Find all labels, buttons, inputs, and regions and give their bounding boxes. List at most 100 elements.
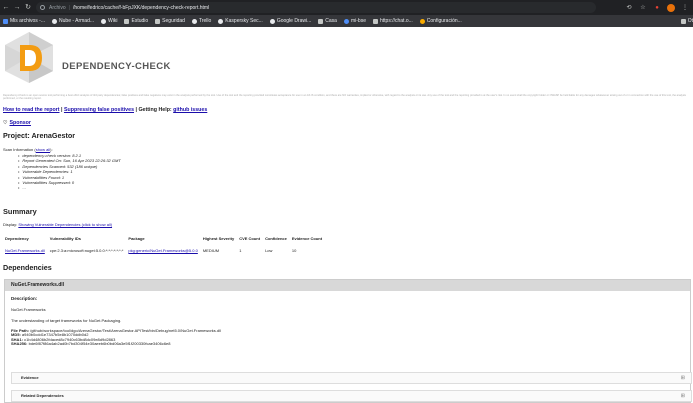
browser-toolbar: ← → ↻ ⌂ Archivo | /home/fedrico/cache/f-… — [0, 0, 693, 15]
profile-avatar[interactable] — [667, 3, 675, 12]
share-icon[interactable]: ⟲ — [625, 4, 633, 12]
getting-help-label: | Getting Help: — [134, 107, 174, 113]
report-page: DEPENDENCY-CHECK Dependency-Check is an … — [0, 27, 693, 403]
column-header[interactable]: Highest Severity — [201, 236, 237, 245]
address-url[interactable]: /home/fedrico/cache/f-bFpJXK/dependency-… — [73, 5, 209, 11]
sha256-row: SHA256: bde6f87f86a4ab2ad0b7bd304f54e30a… — [11, 342, 684, 346]
project-title: Project: ArenaGestor — [3, 131, 76, 140]
globe-icon — [218, 18, 224, 24]
scan-info-list: dependency-check version: 8.2.1 Report G… — [22, 153, 121, 191]
forward-icon[interactable]: → — [12, 3, 22, 13]
back-icon[interactable]: ← — [1, 3, 11, 13]
globe-icon — [191, 18, 197, 24]
scan-info-close: ): — [50, 147, 53, 152]
toolbar-actions: ⟲ ☆ ● ⋮ — [625, 2, 689, 13]
folder-icon — [124, 18, 130, 24]
toggle-vulnerable-link[interactable]: Showing Vulnerable Dependencies (click t… — [18, 222, 112, 227]
bookmark-label: Estudio — [131, 18, 149, 24]
bookmark-label: Casa — [325, 18, 337, 24]
table-row: NuGet.Frameworks.dll cpe:2.3:a:microsoft… — [3, 245, 325, 256]
description-text: The understanding of target frameworks f… — [11, 318, 122, 323]
dependency-body: Description: NuGet.Frameworks The unders… — [5, 291, 690, 352]
dependencies-title: Dependencies — [3, 263, 52, 272]
bookmark-item[interactable]: Mis archivos -... — [3, 18, 45, 24]
bookmark-item[interactable]: Configuración... — [419, 18, 462, 24]
bookmark-item[interactable]: mi-bse — [343, 18, 366, 24]
table-cell: 10 — [291, 248, 297, 253]
list-item: ... — [22, 185, 121, 190]
globe-icon — [101, 18, 107, 24]
bookmark-item[interactable]: Wiki — [101, 18, 117, 24]
bookmark-item[interactable]: Casa — [318, 18, 337, 24]
how-to-read-link[interactable]: How to read the report — [3, 107, 60, 113]
bookmark-item[interactable]: Google Drawi... — [269, 18, 312, 24]
related-dependencies-label: Related Dependencies — [21, 393, 64, 398]
column-header[interactable]: CVE Count — [237, 236, 263, 245]
address-scheme: Archivo — [49, 4, 66, 11]
column-header[interactable]: Confidence — [263, 236, 290, 245]
dependency-check-logo — [5, 32, 53, 83]
bookmark-item[interactable]: Estudio — [124, 18, 148, 24]
description-label: Description: — [11, 296, 38, 301]
table-cell: NuGet.Frameworks.dll — [3, 245, 48, 256]
description-name: NuGet.Frameworks — [11, 307, 46, 312]
evidence-panel[interactable]: Evidence ⊞ — [11, 372, 692, 384]
dependency-panel: NuGet.Frameworks.dll Description: NuGet.… — [4, 279, 692, 403]
summary-table: Dependency Vulnerability IDs Package Hig… — [3, 236, 325, 256]
reload-icon[interactable]: ↻ — [23, 3, 33, 13]
bookmark-star-icon[interactable]: ☆ — [639, 4, 647, 12]
bookmark-label: https://chat.o... — [379, 18, 413, 24]
bookmark-label: Google Drawi... — [276, 18, 312, 24]
folder-icon — [318, 18, 324, 24]
file-meta: File Path: /github/workspace/tool/dgo/Ar… — [11, 328, 684, 347]
column-header[interactable]: Vulnerability IDs — [48, 236, 127, 245]
bookmarks-bar: Mis archivos -... Nube - Armad... Wiki E… — [0, 15, 693, 27]
bookmark-label: Configuración... — [426, 18, 462, 24]
related-dependencies-panel[interactable]: Related Dependencies ⊞ — [11, 390, 692, 402]
gear-icon — [419, 18, 425, 24]
package-link[interactable]: pkg:generic/NuGet.Frameworks@5.0.0 — [128, 248, 197, 253]
dependency-header[interactable]: NuGet.Frameworks.dll — [5, 280, 690, 291]
bookmark-item[interactable]: Trello — [191, 18, 212, 24]
dependency-link[interactable]: NuGet.Frameworks.dll — [5, 248, 45, 253]
globe-icon — [269, 18, 275, 24]
github-issues-link[interactable]: github issues — [173, 107, 207, 113]
bookmark-label: Mis archivos -... — [10, 18, 46, 24]
scan-info-label: Scan Information ( — [3, 147, 36, 152]
bookmark-item[interactable]: Kaspersky Sec... — [218, 18, 263, 24]
globe-icon — [52, 18, 58, 24]
sha256-label: SHA256: — [11, 341, 28, 347]
heart-icon: ♡ — [3, 120, 8, 126]
dots-icon — [343, 18, 349, 24]
column-header[interactable]: Package — [126, 236, 200, 245]
table-header-row: Dependency Vulnerability IDs Package Hig… — [3, 236, 325, 245]
folder-icon — [3, 18, 8, 24]
sponsor-link[interactable]: Sponsor — [9, 120, 30, 126]
menu-icon[interactable]: ⋮ — [681, 4, 689, 12]
bookmark-item[interactable]: Seguridad — [155, 18, 185, 24]
expand-icon[interactable]: ⊞ — [681, 391, 685, 401]
column-header[interactable]: Dependency — [3, 236, 48, 245]
summary-title: Summary — [3, 207, 37, 216]
info-icon[interactable] — [40, 5, 45, 10]
table-cell: MEDIUM — [202, 248, 220, 253]
bookmark-label: Trello — [198, 18, 212, 24]
bookmark-label: Ot — [687, 18, 693, 24]
table-cell: pkg:generic/NuGet.Frameworks@5.0.0 — [126, 245, 200, 256]
bookmark-item[interactable]: Ot — [680, 18, 693, 24]
folder-icon — [680, 18, 686, 24]
display-line: Display: Showing Vulnerable Dependencies… — [3, 222, 112, 227]
bookmark-item[interactable]: https://chat.o... — [372, 18, 413, 24]
sponsor-row: ♡ Sponsor — [3, 120, 31, 126]
scan-info: Scan Information (show all): — [3, 147, 53, 152]
column-header[interactable]: Evidence Count — [290, 236, 325, 245]
logo-text: DEPENDENCY-CHECK — [62, 61, 171, 72]
address-bar[interactable]: Archivo | /home/fedrico/cache/f-bFpJXK/d… — [36, 2, 596, 13]
bookmark-item[interactable]: Nube - Armad... — [52, 18, 94, 24]
show-all-link[interactable]: show all — [36, 147, 50, 152]
suppress-false-positives-link[interactable]: Suppressing false positives — [64, 107, 134, 113]
extension-icon[interactable]: ● — [653, 4, 661, 12]
bookmark-label: Wiki — [108, 18, 118, 24]
expand-icon[interactable]: ⊞ — [681, 373, 685, 383]
evidence-label: Evidence — [21, 375, 39, 380]
